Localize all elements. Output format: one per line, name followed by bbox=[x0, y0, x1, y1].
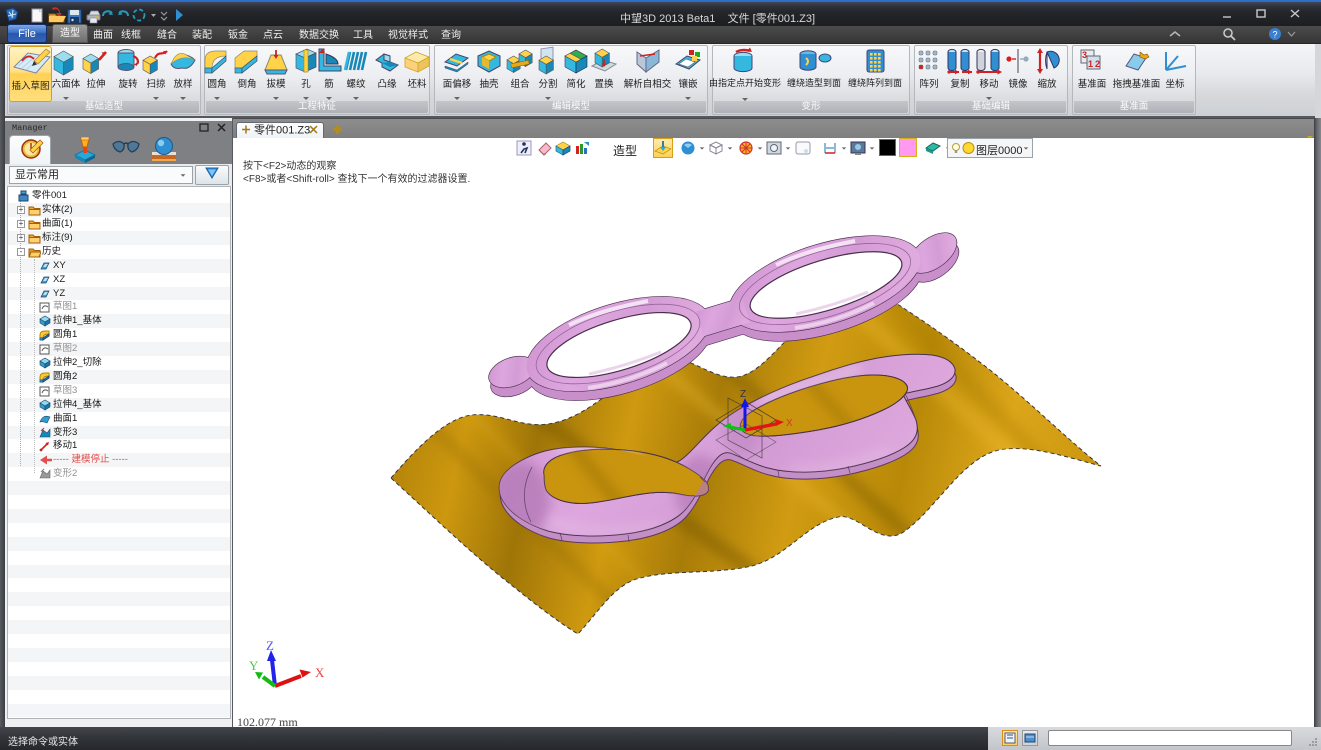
svg-text:1: 1 bbox=[1088, 59, 1093, 69]
svg-text:Z: Z bbox=[266, 638, 274, 653]
svg-text:?: ? bbox=[1273, 30, 1278, 40]
svg-text:Y: Y bbox=[249, 658, 259, 673]
svg-text:零件001.Z3: 零件001.Z3 bbox=[254, 124, 310, 137]
svg-text:Z: Z bbox=[740, 389, 746, 400]
svg-text:X: X bbox=[315, 665, 325, 680]
svg-text:X: X bbox=[786, 418, 793, 429]
svg-text:3: 3 bbox=[1082, 50, 1087, 60]
svg-text:2: 2 bbox=[1095, 59, 1100, 69]
